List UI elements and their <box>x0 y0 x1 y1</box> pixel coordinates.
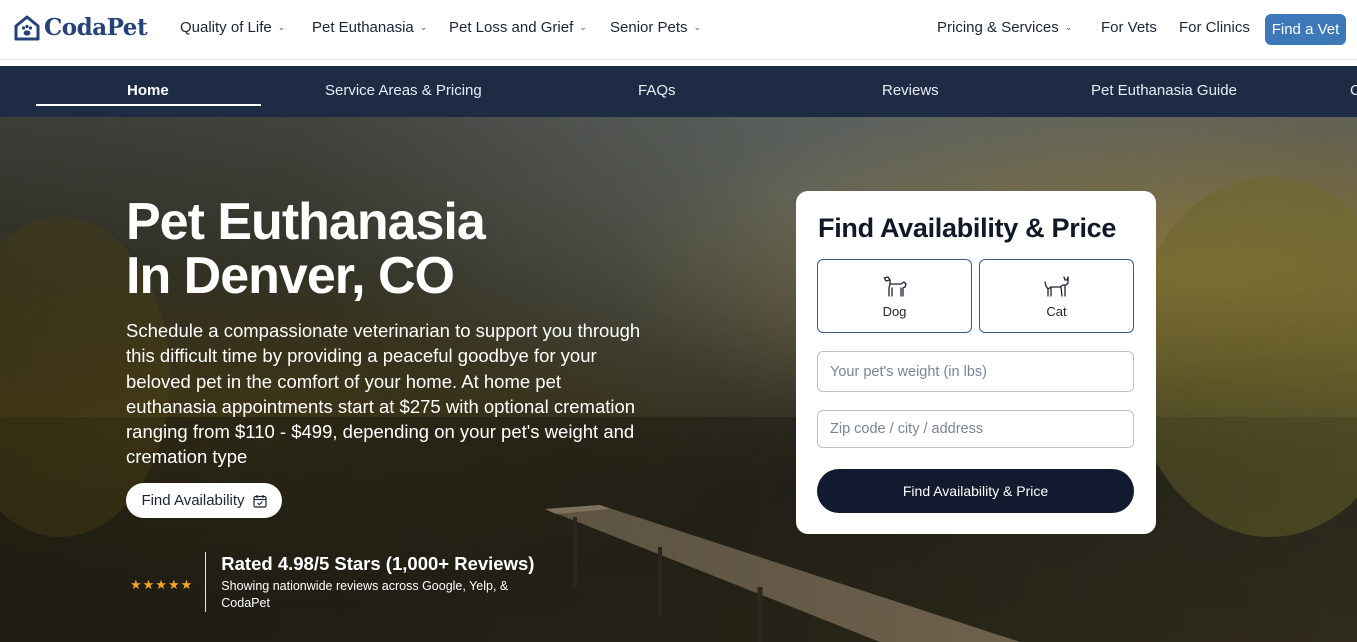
nav-label: Pet Euthanasia <box>312 19 414 36</box>
find-a-vet-button[interactable]: Find a Vet <box>1265 14 1346 45</box>
subnav-home[interactable]: Home <box>127 82 169 99</box>
nav-label: Senior Pets <box>610 19 688 36</box>
nav-label: Pet Loss and Grief <box>449 19 574 36</box>
dog-icon <box>882 275 907 297</box>
cat-label: Cat <box>1046 303 1067 319</box>
subnav-service-areas[interactable]: Service Areas & Pricing <box>325 82 482 99</box>
star-rating-icon: ★★★★★ <box>130 577 194 592</box>
brand-name: CodaPet <box>44 14 148 41</box>
nav-label: For Vets <box>1101 19 1157 36</box>
hero-title-line-1: Pet Euthanasia <box>126 193 486 251</box>
dog-option-button[interactable]: Dog <box>817 259 972 333</box>
rating-text: Rated 4.98/5 Stars (1,000+ Reviews) Show… <box>221 553 541 612</box>
card-title: Find Availability & Price <box>818 213 1117 243</box>
rating-block: ★★★★★ Rated 4.98/5 Stars (1,000+ Reviews… <box>130 552 541 612</box>
nav-quality-of-life[interactable]: Quality of Life ⌄ <box>180 19 285 36</box>
nav-for-clinics[interactable]: For Clinics <box>1179 19 1250 36</box>
calendar-icon <box>252 494 267 508</box>
nav-label: For Clinics <box>1179 19 1250 36</box>
house-paw-icon <box>14 15 40 40</box>
subnav-euthanasia-guide[interactable]: Pet Euthanasia Guide <box>1091 82 1237 99</box>
rating-title: Rated 4.98/5 Stars (1,000+ Reviews) <box>221 552 535 574</box>
find-availability-button[interactable]: Find Availability <box>126 483 282 518</box>
subnav-faqs[interactable]: FAQs <box>638 82 676 99</box>
chevron-down-icon: ⌄ <box>693 22 702 32</box>
nav-label: Quality of Life <box>180 19 272 36</box>
top-navigation: CodaPet Quality of Life ⌄ Pet Euthanasia ⌄… <box>0 0 1357 60</box>
subnav-reviews[interactable]: Reviews <box>882 82 939 99</box>
codapet-logo[interactable]: CodaPet <box>14 14 148 41</box>
cat-option-button[interactable]: Cat <box>979 259 1134 333</box>
subnav-truncated-item[interactable]: C <box>1350 82 1357 99</box>
nav-pricing-and-services[interactable]: Pricing & Services ⌄ <box>937 19 1072 36</box>
hero-description: Schedule a compassionate veterinarian to… <box>126 320 641 468</box>
chevron-down-icon: ⌄ <box>579 22 587 32</box>
nav-pet-euthanasia[interactable]: Pet Euthanasia ⌄ <box>312 19 427 36</box>
chevron-down-icon: ⌄ <box>419 22 428 32</box>
nav-label: Pricing & Services <box>937 19 1059 36</box>
active-tab-underline <box>36 104 261 106</box>
chevron-down-icon: ⌄ <box>1064 22 1073 32</box>
rating-subtitle: Showing nationwide reviews across Google… <box>221 578 509 610</box>
location-input[interactable] <box>817 410 1134 448</box>
hero-section: Pet Euthanasia In Denver, CO Schedule a … <box>0 117 1357 642</box>
hero-title: Pet Euthanasia In Denver, CO <box>126 193 486 305</box>
cat-icon <box>1043 275 1069 297</box>
nav-pet-loss-and-grief[interactable]: Pet Loss and Grief ⌄ <box>449 19 587 36</box>
sub-navigation: Home Service Areas & Pricing FAQs Review… <box>0 66 1357 117</box>
availability-card: Find Availability & Price Dog Cat Find A… <box>796 191 1156 534</box>
chevron-down-icon: ⌄ <box>277 22 286 32</box>
divider <box>205 552 207 612</box>
find-availability-label: Find Availability <box>141 492 245 509</box>
pet-weight-input[interactable] <box>817 351 1134 392</box>
nav-senior-pets[interactable]: Senior Pets ⌄ <box>610 19 701 36</box>
find-availability-price-button[interactable]: Find Availability & Price <box>817 469 1134 513</box>
nav-for-vets[interactable]: For Vets <box>1101 19 1157 36</box>
hero-title-line-2: In Denver, CO <box>126 247 455 305</box>
dog-label: Dog <box>882 303 907 319</box>
